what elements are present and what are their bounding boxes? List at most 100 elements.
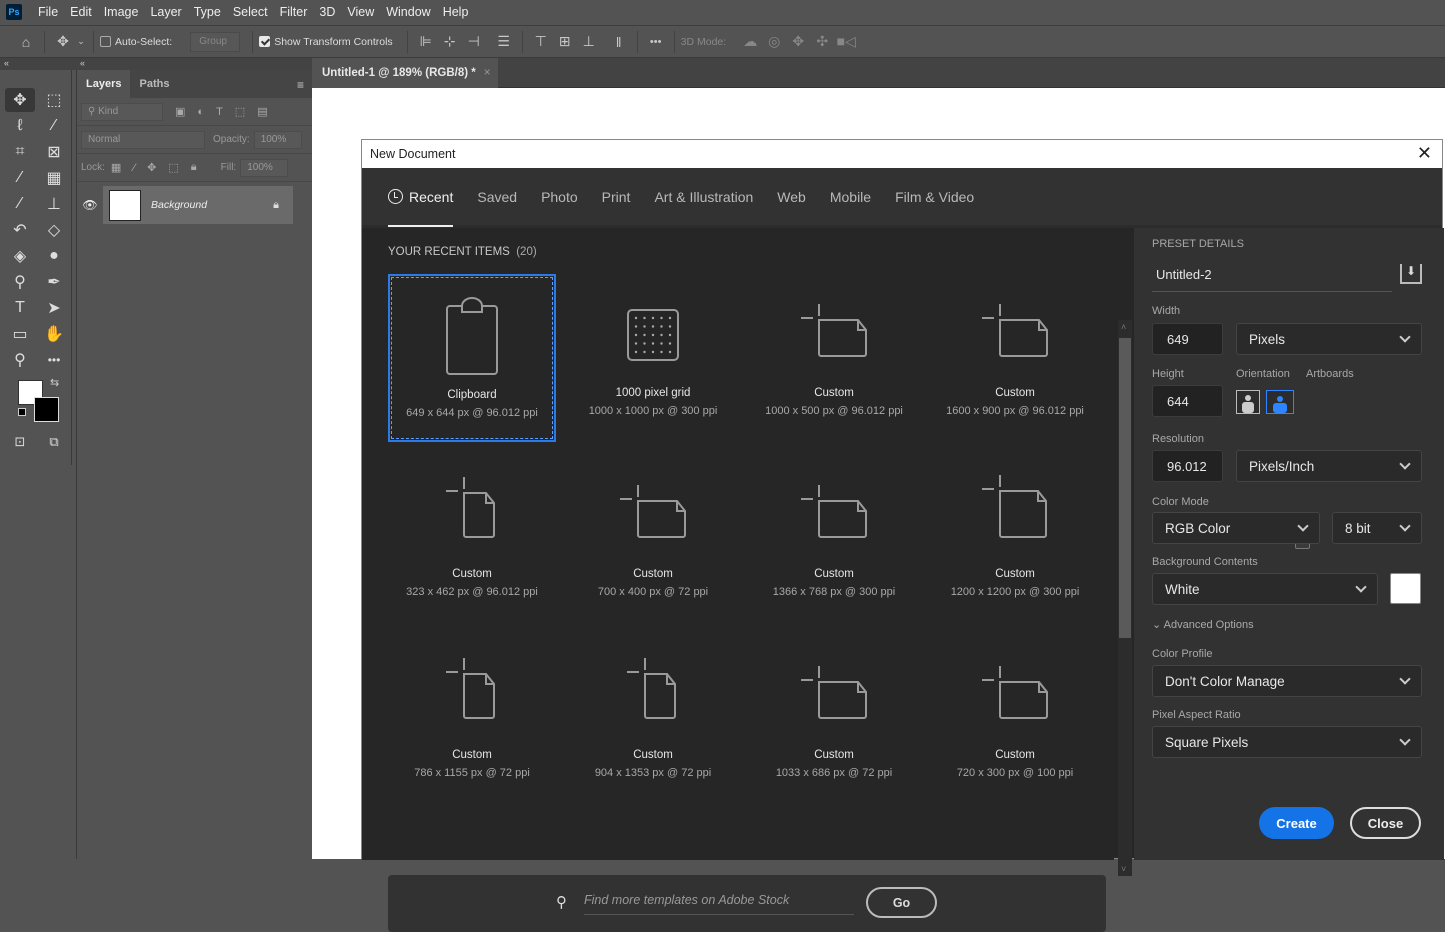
width-input[interactable]: 649 [1152,323,1223,355]
tab-photo[interactable]: Photo [541,167,578,227]
menu-window[interactable]: Window [380,5,436,19]
panel-collapse-button[interactable]: « [76,58,312,70]
recent-item[interactable]: Custom 786 x 1155 px @ 72 ppi [388,636,556,804]
tab-art-illustration[interactable]: Art & Illustration [654,167,753,227]
clone-stamp-tool-icon[interactable]: ⊥ [39,192,69,216]
toolbar-collapse-button[interactable]: « [0,58,76,70]
home-icon[interactable]: ⌂ [14,30,38,54]
recent-item[interactable]: Custom 1033 x 686 px @ 72 ppi [750,636,918,804]
close-icon[interactable]: ✕ [1417,144,1432,162]
filter-pixel-icon[interactable]: ▣ [175,105,185,118]
scrollbar-thumb[interactable] [1119,338,1131,638]
crop-tool-icon[interactable]: ⌗ [5,140,35,164]
hand-tool-icon[interactable]: ✋ [39,322,69,346]
path-selection-tool-icon[interactable]: ➤ [39,296,69,320]
paint-bucket-tool-icon[interactable]: ◈ [5,244,35,268]
align-center-h-icon[interactable]: ⊹ [438,30,462,54]
align-middle-v-icon[interactable]: ⊞ [553,30,577,54]
menu-filter[interactable]: Filter [274,5,314,19]
save-preset-icon[interactable]: ⬇ [1400,264,1422,284]
menu-3d[interactable]: 3D [313,5,341,19]
tab-recent[interactable]: Recent [388,167,454,227]
filter-shape-icon[interactable]: ⬚ [235,105,245,118]
more-tools-icon[interactable]: ••• [39,348,69,372]
pen-tool-icon[interactable]: ✒ [39,270,69,294]
brush-tool-icon[interactable]: ⁄ [5,192,35,216]
width-unit-dropdown[interactable]: Pixels [1236,323,1422,355]
lasso-tool-icon[interactable]: ℓ [5,114,35,138]
close-button[interactable]: Close [1350,807,1421,839]
3d-slide-icon[interactable]: ✣ [810,30,834,54]
blend-mode-dropdown[interactable]: Normal [81,130,205,149]
distribute-h-icon[interactable]: ‖ [607,30,631,54]
screen-mode-icon[interactable]: ⧉ [39,430,69,454]
color-mode-dropdown[interactable]: RGB Color [1152,512,1320,544]
lock-position-icon[interactable]: ✥ [147,161,156,174]
auto-select-checkbox[interactable] [100,36,111,47]
menu-select[interactable]: Select [227,5,274,19]
tab-film-video[interactable]: Film & Video [895,167,974,227]
more-options-icon[interactable]: ••• [644,30,668,54]
go-button[interactable]: Go [866,887,937,918]
tab-print[interactable]: Print [602,167,631,227]
opacity-field[interactable]: 100% [253,130,302,149]
menu-file[interactable]: File [32,5,64,19]
recent-item[interactable]: 1000 pixel grid 1000 x 1000 px @ 300 ppi [569,274,737,442]
3d-orbit-icon[interactable]: ☁ [738,30,762,54]
recent-item[interactable]: Clipboard 649 x 644 px @ 96.012 ppi [388,274,556,442]
bit-depth-dropdown[interactable]: 8 bit [1332,512,1422,544]
lock-artboard-icon[interactable]: ⬚ [168,161,178,174]
tab-mobile[interactable]: Mobile [830,167,871,227]
recent-item[interactable]: Custom 1000 x 500 px @ 96.012 ppi [750,274,918,442]
resolution-input[interactable]: 96.012 [1152,450,1223,482]
3d-roll-icon[interactable]: ◎ [762,30,786,54]
layer-lock-icon[interactable]: 🔒︎ [273,199,279,212]
recent-item[interactable]: Custom 1600 x 900 px @ 96.012 ppi [931,274,1099,442]
tab-paths[interactable]: Paths [130,70,178,98]
tab-layers[interactable]: Layers [77,70,131,98]
dodge-tool-icon[interactable]: ⚲ [5,270,35,294]
recent-item[interactable]: Custom 1200 x 1200 px @ 300 ppi [931,455,1099,623]
eraser-tool-icon[interactable]: ◇ [39,218,69,242]
move-tool-icon[interactable]: ✥ [51,30,75,54]
color-profile-dropdown[interactable]: Don't Color Manage [1152,665,1422,697]
recent-item[interactable]: Custom 720 x 300 px @ 100 ppi [931,636,1099,804]
menu-edit[interactable]: Edit [64,5,98,19]
filter-type-icon[interactable]: T [216,106,223,118]
zoom-tool-icon[interactable]: ⚲ [5,348,35,372]
marquee-tool-icon[interactable]: ⬚ [39,88,69,112]
swap-colors-icon[interactable]: ⇆ [50,376,59,389]
layer-row[interactable]: 👁︎ Background 🔒︎ [77,186,293,224]
stock-search-input[interactable]: Find more templates on Adobe Stock [584,889,854,915]
background-color-swatch[interactable] [1390,573,1421,604]
menu-help[interactable]: Help [437,5,475,19]
distribute-icon[interactable]: ☰ [492,30,516,54]
lock-transparent-icon[interactable]: ▦ [111,161,121,174]
magic-wand-tool-icon[interactable]: ⁄ [39,114,69,138]
show-transform-checkbox[interactable] [259,36,271,47]
panel-menu-icon[interactable]: ≡ [297,78,304,92]
visibility-eye-icon[interactable]: 👁︎ [77,186,103,224]
menu-layer[interactable]: Layer [144,5,187,19]
recent-item[interactable]: Custom 1366 x 768 px @ 300 ppi [750,455,918,623]
history-brush-tool-icon[interactable]: ↶ [5,218,35,242]
align-right-icon[interactable]: ⊣ [462,30,486,54]
frame-tool-icon[interactable]: ⊠ [39,140,69,164]
fill-field[interactable]: 100% [240,158,289,177]
menu-view[interactable]: View [341,5,380,19]
healing-brush-tool-icon[interactable]: ▦ [39,166,69,190]
blur-tool-icon[interactable]: ● [39,244,69,268]
background-color-swatch[interactable] [34,397,59,422]
advanced-options-toggle[interactable]: ⌄ Advanced Options [1152,618,1254,631]
tab-web[interactable]: Web [777,167,806,227]
resolution-unit-dropdown[interactable]: Pixels/Inch [1236,450,1422,482]
tab-saved[interactable]: Saved [477,167,517,227]
recent-item[interactable]: Custom 904 x 1353 px @ 72 ppi [569,636,737,804]
chevron-down-icon[interactable]: ⌄ [75,30,87,54]
recent-item[interactable]: Custom 323 x 462 px @ 96.012 ppi [388,455,556,623]
menu-type[interactable]: Type [188,5,227,19]
scrollbar[interactable]: ˄ ˅ [1118,320,1132,876]
create-button[interactable]: Create [1259,807,1334,839]
eyedropper-tool-icon[interactable]: ⁄ [5,166,35,190]
filter-smart-object-icon[interactable]: ▤ [257,105,267,118]
